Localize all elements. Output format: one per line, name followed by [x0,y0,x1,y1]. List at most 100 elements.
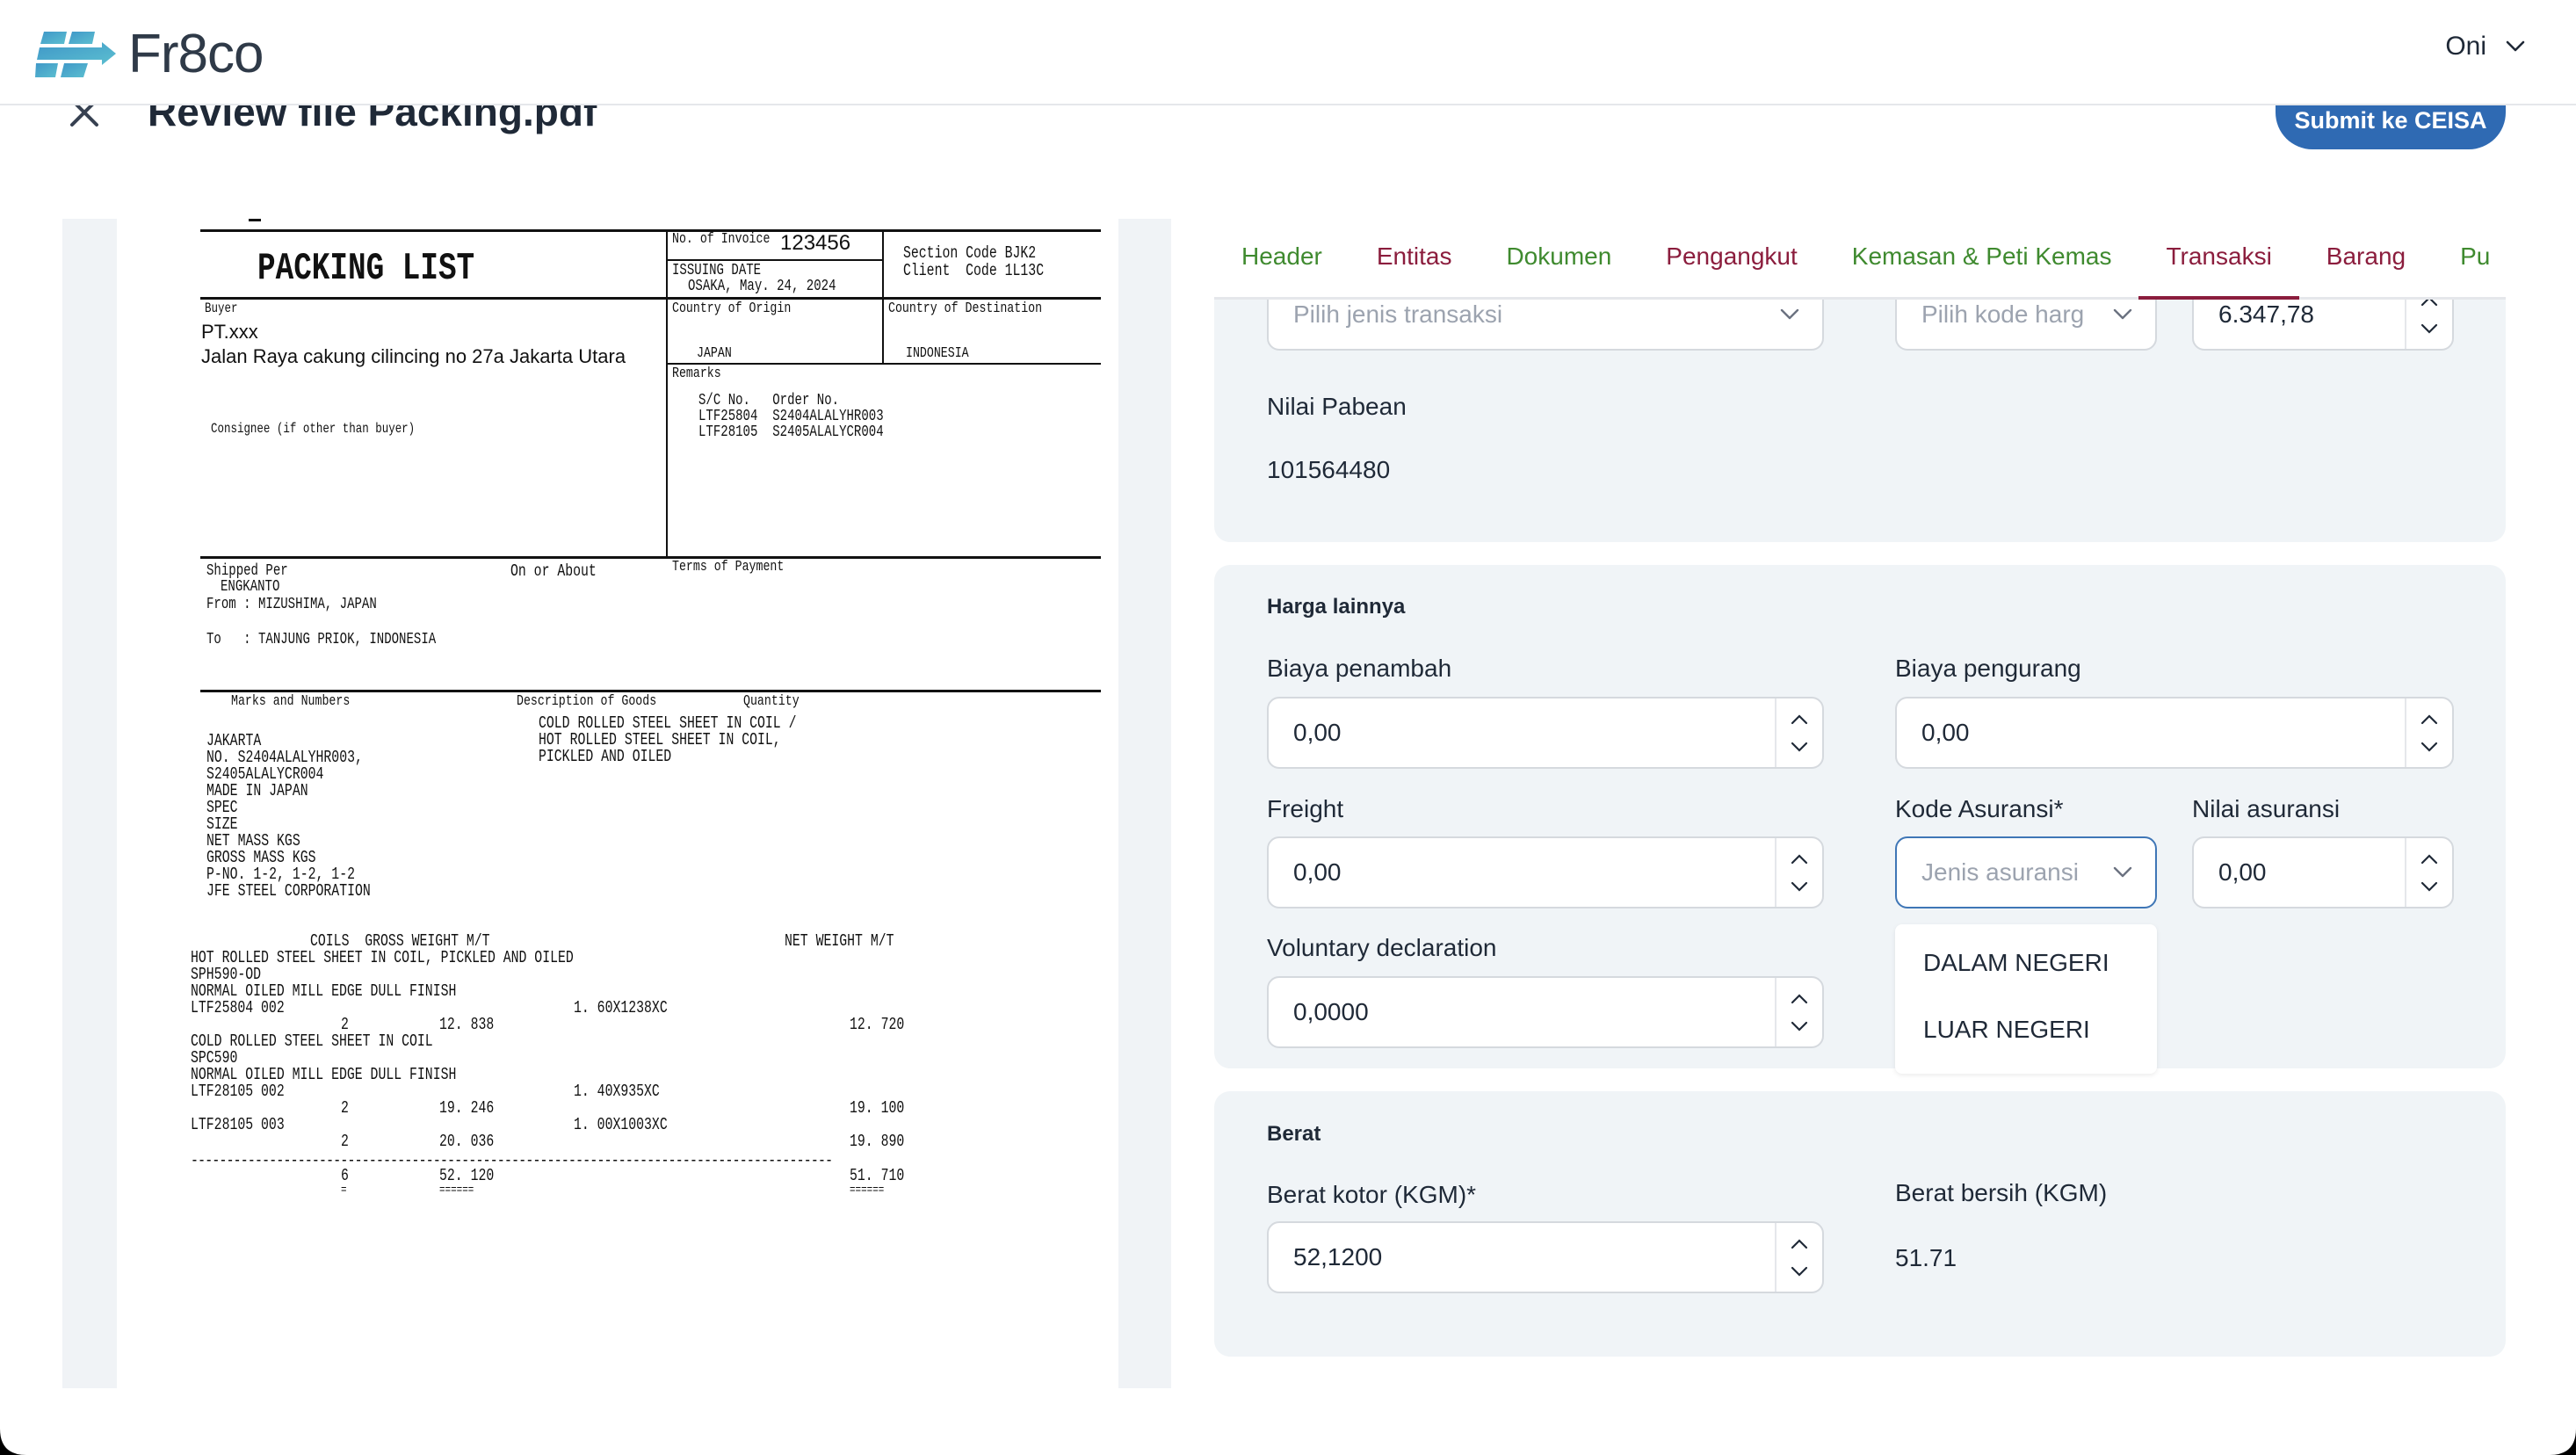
biaya-penambah-value: 0,00 [1293,719,1342,746]
voluntary-declaration-value: 0,0000 [1293,998,1369,1025]
dropdown-option[interactable]: DALAM NEGERI [1923,949,2109,977]
number-spinner[interactable] [1775,978,1822,1046]
description-label: Description of Goods [517,693,657,710]
invoice-label: No. of Invoice [672,231,771,248]
item-gross: 20. 036 [439,1132,495,1151]
issuing-date: OSAKA, May. 24, 2024 [688,278,836,295]
chevron-down-icon[interactable] [2420,742,2438,752]
tab-pengangkut[interactable]: Pengangkut [1639,242,1824,297]
tab-kemasan[interactable]: Kemasan & Peti Kemas [1825,242,2139,297]
number-spinner[interactable] [2405,699,2452,767]
biaya-pengurang-label: Biaya pengurang [1895,655,2081,682]
nilai-pabean-value: 101564480 [1267,456,1391,483]
quantity-label: Quantity [743,693,800,710]
rule [200,297,1101,300]
item-lot: LTF28105 002 [191,1082,285,1101]
berat-kotor-value: 52,1200 [1293,1243,1383,1270]
chevron-up-icon[interactable] [2420,713,2438,725]
chevron-up-icon[interactable] [1791,993,1808,1004]
section-title: Berat [1267,1122,1321,1146]
kode-asuransi-label: Kode Asuransi* [1895,795,2064,822]
section-title: Harga lainnya [1267,595,1406,619]
tab-dokumen[interactable]: Dokumen [1479,242,1639,297]
voluntary-declaration-input[interactable]: 0,0000 [1267,976,1824,1048]
chevron-up-icon[interactable] [1791,713,1808,725]
ndpbm-value: 6.347,78 [2218,300,2314,328]
description-line: PICKLED AND OILED [539,747,672,766]
origin-value: JAPAN [697,345,732,362]
berat-kotor-input[interactable]: 52,1200 [1267,1221,1824,1293]
kode-asuransi-select[interactable]: Jenis asuransi [1895,836,2157,908]
marks-line: JFE STEEL CORPORATION [206,881,371,901]
destination-value: INDONESIA [906,345,969,362]
remarks-row: LTF25804 S2404ALALYHR003 [698,408,884,425]
remarks-header: S/C No. Order No. [698,392,840,409]
doc-title: PACKING LIST [257,247,475,291]
remarks-label: Remarks [672,366,721,382]
shipped-from: From : MIZUSHIMA, JAPAN [206,596,377,613]
brand-logo[interactable]: Fr8co [35,23,264,85]
buyer-name: PT.xxx [201,321,258,343]
remarks-row: LTF28105 S2405ALALYCR004 [698,423,884,441]
item-size: 1. 00X1003XC [574,1115,668,1134]
item-net: 12. 720 [850,1015,905,1034]
item-gross: 19. 246 [439,1098,495,1118]
item-gross: 12. 838 [439,1015,495,1034]
berat-bersih-label: Berat bersih (KGM) [1895,1179,2108,1206]
fr8co-logo-icon [35,31,116,77]
buyer-address: Jalan Raya cakung cilincing no 27a Jakar… [201,345,626,367]
chevron-up-icon[interactable] [2420,853,2438,865]
number-spinner[interactable] [2405,838,2452,907]
rule [666,229,668,559]
shipped-to: To : TANJUNG PRIOK, INDONESIA [206,631,437,648]
voluntary-declaration-label: Voluntary declaration [1267,934,1497,961]
biaya-penambah-input[interactable]: 0,00 [1267,697,1824,769]
dropdown-option[interactable]: LUAR NEGERI [1923,1016,2090,1044]
item-net: 19. 890 [850,1132,905,1151]
nilai-pabean-label: Nilai Pabean [1267,393,1407,420]
form-panel: Pilih jenis transaksi Pilih kode harg 6.… [1214,219,2506,1388]
issuing-date-label: ISSUING DATE [672,262,762,279]
total-net: 51. 710 [850,1166,905,1185]
number-spinner[interactable] [1775,699,1822,767]
freight-input[interactable]: 0,00 [1267,836,1824,908]
tab-barang[interactable]: Barang [2299,242,2433,297]
chevron-down-icon[interactable] [1791,1021,1808,1032]
total-underline: ====== [439,1184,474,1198]
document-preview[interactable]: PACKING LIST No. of Invoice 123456 ISSUI… [62,219,1171,1388]
user-menu[interactable]: Oni [2445,32,2525,62]
rule [668,363,1101,365]
jenis-transaksi-placeholder: Pilih jenis transaksi [1293,300,1503,328]
chevron-down-icon[interactable] [1791,881,1808,892]
item-lot: LTF28105 003 [191,1115,285,1134]
tab-header[interactable]: Header [1214,242,1350,297]
number-spinner[interactable] [1775,1223,1822,1292]
tab-entitas[interactable]: Entitas [1350,242,1480,297]
vessel-name: ENGKANTO [221,578,280,596]
chevron-up-icon[interactable] [1791,853,1808,865]
number-spinner[interactable] [1775,838,1822,907]
nilai-asuransi-value: 0,00 [2218,858,2267,886]
nilai-asuransi-input[interactable]: 0,00 [2192,836,2454,908]
chevron-down-icon[interactable] [1791,1266,1808,1277]
item-coils: 2 [341,1132,349,1151]
chevron-up-icon[interactable] [1791,1238,1808,1249]
chevron-down-icon[interactable] [2420,881,2438,892]
chevron-down-icon[interactable] [1791,742,1808,752]
chevron-down-icon[interactable] [2420,323,2438,334]
consignee-label: Consignee (if other than buyer) [211,421,416,437]
total-gross: 52. 120 [439,1166,495,1185]
berat-kotor-label: Berat kotor (KGM)* [1267,1181,1477,1208]
rule [668,259,882,261]
window-corner [0,1429,26,1455]
chevron-down-icon [1780,308,1799,320]
destination-label: Country of Destination [888,300,1043,317]
item-lot: LTF25804 002 [191,998,285,1017]
tab-transaksi[interactable]: Transaksi [2138,242,2300,300]
tab-bar: Header Entitas Dokumen Pengangkut Kemasa… [1214,219,2506,300]
total-underline: = [341,1184,347,1198]
berat-bersih-value: 51.71 [1895,1244,1957,1271]
biaya-pengurang-input[interactable]: 0,00 [1895,697,2454,769]
weight-table-header-net: NET WEIGHT M/T [785,931,894,951]
tab-pungutan[interactable]: Pu [2433,242,2506,297]
